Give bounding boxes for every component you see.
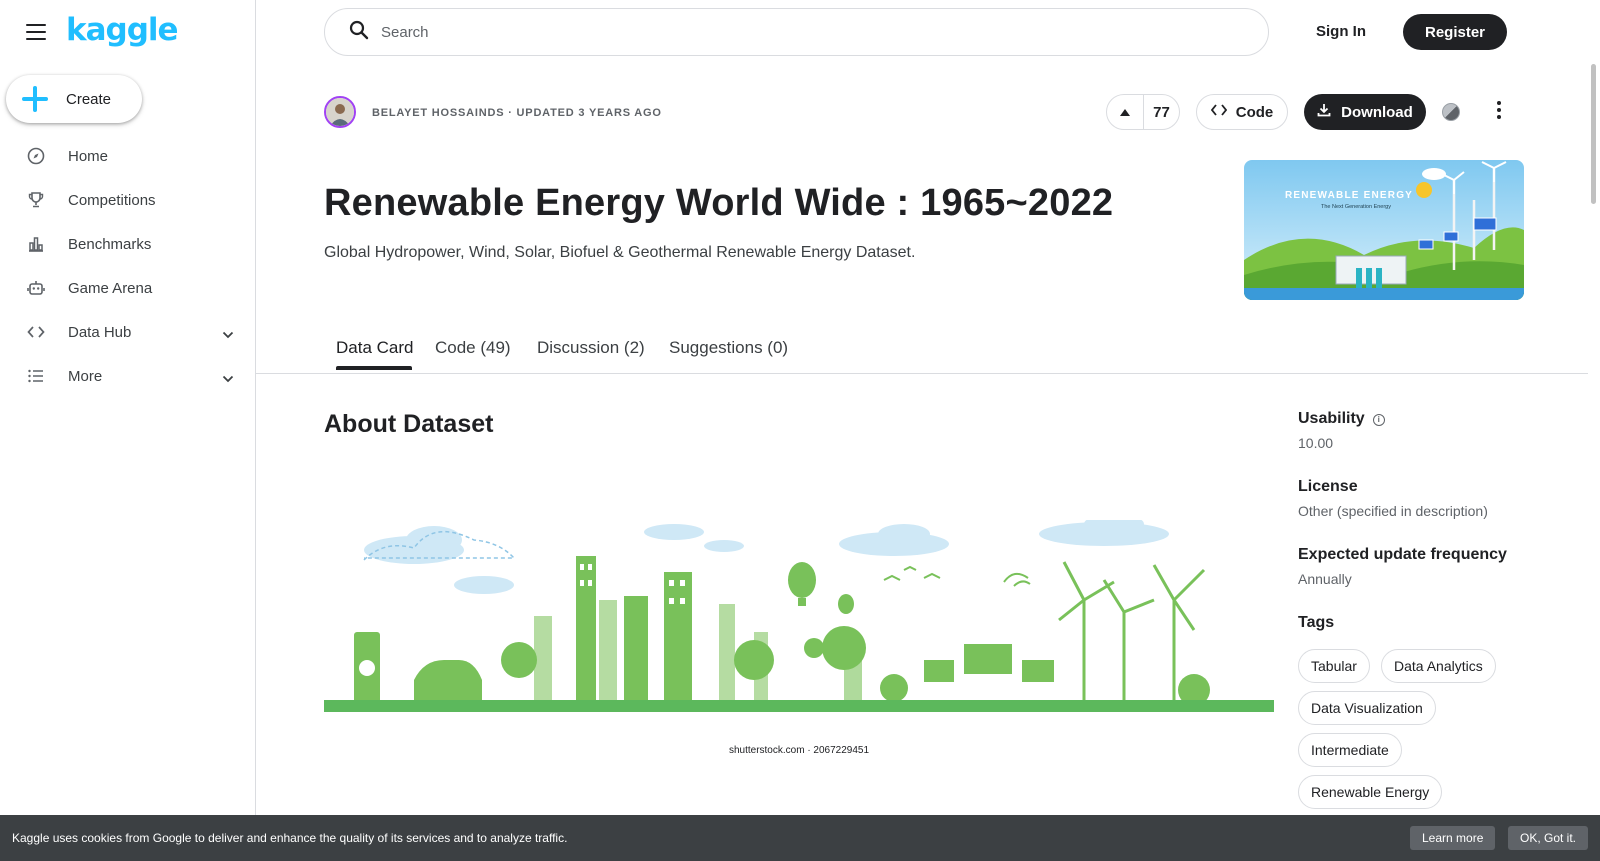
sidebar-item-label: More bbox=[68, 367, 103, 385]
tab-code[interactable]: Code (49) bbox=[435, 338, 511, 358]
sidebar: kaggle Create Home Competitions Benchmar… bbox=[0, 0, 256, 861]
chevron-down-icon[interactable] bbox=[222, 326, 234, 344]
sign-in-button[interactable]: Sign In bbox=[1302, 13, 1380, 49]
caret-up-icon bbox=[1119, 103, 1130, 121]
code-button[interactable]: Code bbox=[1196, 94, 1288, 130]
scrollbar[interactable] bbox=[1591, 64, 1596, 204]
cookie-text: Kaggle uses cookies from Google to deliv… bbox=[12, 831, 568, 845]
active-tab-indicator bbox=[336, 366, 412, 370]
list-icon bbox=[26, 366, 46, 386]
download-button[interactable]: Download bbox=[1304, 94, 1426, 130]
page-subtitle: Global Hydropower, Wind, Solar, Biofuel … bbox=[324, 244, 916, 261]
info-icon[interactable]: i bbox=[1372, 414, 1385, 426]
cookie-banner: Kaggle uses cookies from Google to deliv… bbox=[0, 815, 1600, 861]
sidebar-item-label: Benchmarks bbox=[68, 235, 152, 253]
kaggle-logo[interactable]: kaggle bbox=[66, 12, 179, 48]
learn-more-button[interactable]: Learn more bbox=[1410, 826, 1496, 850]
sidebar-item-benchmarks[interactable]: Benchmarks bbox=[0, 222, 256, 266]
create-label: Create bbox=[66, 90, 112, 108]
sidebar-item-label: Home bbox=[68, 147, 109, 165]
tag-chip[interactable]: Tabular bbox=[1298, 649, 1370, 683]
bar-chart-icon bbox=[26, 234, 46, 254]
theme-toggle-icon[interactable] bbox=[1442, 103, 1460, 121]
license-value[interactable]: Other (specified in description) bbox=[1298, 503, 1568, 519]
tab-discussion[interactable]: Discussion (2) bbox=[537, 338, 645, 358]
trophy-icon bbox=[26, 190, 46, 210]
sidebar-item-home[interactable]: Home bbox=[0, 134, 256, 178]
sidebar-item-label: Competitions bbox=[68, 191, 156, 209]
more-options-icon[interactable] bbox=[1496, 101, 1502, 123]
usability-section: Usability i 10.00 bbox=[1298, 410, 1568, 451]
license-section: License Other (specified in description) bbox=[1298, 478, 1568, 519]
frequency-value: Annually bbox=[1298, 571, 1352, 587]
author-line[interactable]: BELAYET HOSSAINDS · UPDATED 3 YEARS AGO bbox=[372, 107, 662, 119]
frequency-section: Expected update frequency Annually bbox=[1298, 546, 1568, 587]
tags-label: Tags bbox=[1298, 614, 1335, 631]
tab-bar: Data Card Code (49) Discussion (2) Sugge… bbox=[256, 322, 1588, 374]
tag-chip[interactable]: Data Analytics bbox=[1381, 649, 1496, 683]
register-button[interactable]: Register bbox=[1403, 14, 1507, 50]
dataset-banner-image: shutterstock.com · 2067229451 bbox=[324, 514, 1274, 770]
download-icon bbox=[1317, 103, 1331, 121]
code-brackets-icon bbox=[26, 322, 46, 342]
tab-suggestions[interactable]: Suggestions (0) bbox=[669, 338, 788, 358]
sidebar-item-label: Game Arena bbox=[68, 279, 153, 297]
search-input[interactable] bbox=[381, 23, 1181, 41]
usability-value: 10.00 bbox=[1298, 435, 1334, 451]
search-bar[interactable] bbox=[324, 8, 1269, 56]
usability-label: Usability bbox=[1298, 410, 1365, 427]
sidebar-item-more[interactable]: More bbox=[0, 354, 256, 398]
plus-icon bbox=[22, 86, 48, 112]
about-heading: About Dataset bbox=[324, 410, 494, 438]
sidebar-item-data-hub[interactable]: Data Hub bbox=[0, 310, 256, 354]
tag-chip[interactable]: Renewable Energy bbox=[1298, 775, 1443, 809]
code-brackets-icon bbox=[1210, 104, 1227, 120]
upvote-count[interactable]: 77 bbox=[1144, 104, 1179, 121]
robot-icon bbox=[26, 278, 46, 298]
chevron-down-icon[interactable] bbox=[222, 370, 234, 388]
upvote-button[interactable] bbox=[1107, 95, 1144, 129]
page-title: Renewable Energy World Wide : 1965~2022 bbox=[324, 182, 1114, 224]
sidebar-item-competitions[interactable]: Competitions bbox=[0, 178, 256, 222]
cover-subtitle-text: The Next Generation Energy bbox=[1321, 204, 1391, 210]
menu-icon[interactable] bbox=[26, 24, 46, 40]
upvote-widget: 77 bbox=[1106, 94, 1180, 130]
tags-section: Tags bbox=[1298, 614, 1568, 632]
search-icon bbox=[349, 20, 369, 45]
license-label: License bbox=[1298, 478, 1358, 495]
avatar[interactable] bbox=[324, 96, 356, 128]
create-button[interactable]: Create bbox=[6, 75, 142, 123]
code-button-label: Code bbox=[1235, 103, 1274, 121]
sidebar-item-label: Data Hub bbox=[68, 323, 132, 341]
banner-caption: shutterstock.com · 2067229451 bbox=[729, 745, 870, 756]
frequency-label: Expected update frequency bbox=[1298, 546, 1507, 563]
cover-title-text: RENEWABLE ENERGY bbox=[1285, 190, 1413, 201]
dataset-cover-image: RENEWABLE ENERGY The Next Generation Ene… bbox=[1244, 160, 1524, 300]
tag-chip[interactable]: Intermediate bbox=[1298, 733, 1402, 767]
tab-data-card[interactable]: Data Card bbox=[336, 338, 413, 358]
sidebar-nav: Home Competitions Benchmarks Game Arena … bbox=[0, 134, 256, 398]
download-button-label: Download bbox=[1341, 103, 1413, 121]
compass-icon bbox=[26, 146, 46, 166]
ok-got-it-button[interactable]: OK, Got it. bbox=[1508, 826, 1589, 850]
tag-chip[interactable]: Data Visualization bbox=[1298, 691, 1436, 725]
sidebar-item-game-arena[interactable]: Game Arena bbox=[0, 266, 256, 310]
